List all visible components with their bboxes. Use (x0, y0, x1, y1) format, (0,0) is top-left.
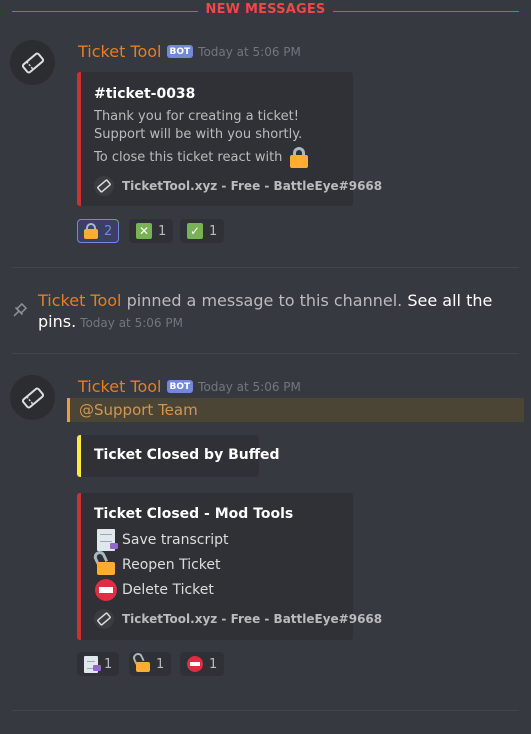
save-transcript-row: Save transcript (94, 529, 229, 551)
embed-description-line: Thank you for creating a ticket! (94, 109, 299, 124)
ticket-icon (94, 176, 114, 196)
reaction-count: 1 (104, 656, 113, 672)
system-message-body: pinned a message to this channel. (121, 291, 408, 310)
username[interactable]: Ticket Tool (78, 42, 162, 61)
ticket-embed: #ticket-0038 Thank you for creating a ti… (77, 72, 382, 206)
system-username[interactable]: Ticket Tool (38, 291, 122, 310)
unlock-icon (131, 651, 150, 672)
mod-tools-embed: Ticket Closed - Mod Tools Save transcrip… (77, 493, 382, 640)
check-box-icon: ✓ (187, 223, 203, 239)
no-entry-icon (95, 579, 117, 601)
footer-text: TicketTool.xyz - Free - BattleEye#9668 (122, 612, 383, 626)
message-header: Ticket Tool BOT Today at 5:06 PM (78, 42, 301, 61)
system-message-text: Ticket Tool pinned a message to this cha… (38, 290, 508, 334)
no-entry-icon (187, 656, 203, 672)
timestamp: Today at 5:06 PM (80, 316, 183, 330)
embed-footer: TicketTool.xyz - Free - BattleEye#9668 (94, 176, 382, 196)
new-messages-label: NEW MESSAGES (197, 2, 334, 17)
embed-title: Ticket Closed - Mod Tools (94, 506, 294, 522)
page-icon (97, 529, 118, 551)
message-divider (12, 353, 519, 354)
action-label: Delete Ticket (122, 582, 214, 598)
mention-highlight: @Support Team (67, 398, 524, 422)
ticket-icon (21, 52, 44, 73)
username[interactable]: Ticket Tool (78, 377, 162, 396)
reaction-check-box[interactable]: ✓ 1 (180, 219, 225, 243)
message-header: Ticket Tool BOT Today at 5:06 PM (78, 377, 301, 396)
role-mention[interactable]: @Support Team (79, 401, 198, 419)
reaction-no-entry[interactable]: 1 (180, 652, 225, 676)
reaction-count: 1 (158, 223, 167, 239)
avatar[interactable] (10, 40, 55, 85)
pin-icon (13, 302, 28, 317)
embed-title: #ticket-0038 (94, 86, 196, 102)
lock-icon (84, 223, 98, 239)
reaction-count: 1 (209, 223, 218, 239)
message-divider (12, 267, 519, 268)
reopen-ticket-row: Reopen Ticket (91, 549, 221, 575)
bot-tag: BOT (166, 380, 194, 393)
ticket-icon (94, 609, 114, 629)
unlock-icon (91, 549, 115, 575)
reaction-unlock[interactable]: 1 (129, 651, 172, 676)
delete-ticket-row: Delete Ticket (94, 579, 214, 601)
embed-description-line: To close this ticket react with (94, 147, 309, 168)
footer-text: TicketTool.xyz - Free - BattleEye#9668 (122, 179, 383, 193)
bot-tag: BOT (166, 45, 194, 58)
x-box-icon: ✕ (136, 223, 152, 239)
avatar[interactable] (10, 375, 55, 420)
reaction-count: 2 (104, 223, 113, 239)
ticket-icon (21, 387, 44, 408)
reaction-x-box[interactable]: ✕ 1 (129, 219, 174, 243)
embed-title: Ticket Closed by Buffed (94, 447, 280, 463)
embed-line-text: To close this ticket react with (94, 150, 283, 165)
reaction-lock[interactable]: 2 (77, 219, 120, 243)
timestamp: Today at 5:06 PM (198, 379, 301, 394)
reaction-page[interactable]: 1 (77, 652, 120, 676)
action-label: Save transcript (122, 532, 229, 548)
embed-description-line: Support will be with you shortly. (94, 127, 303, 142)
page-icon (84, 655, 101, 673)
action-label: Reopen Ticket (122, 556, 221, 573)
embed-footer: TicketTool.xyz - Free - BattleEye#9668 (94, 609, 382, 629)
message-divider (12, 710, 519, 711)
ticket-closed-embed: Ticket Closed by Buffed (77, 435, 280, 477)
reaction-count: 1 (209, 656, 218, 672)
lock-icon (290, 147, 309, 168)
timestamp: Today at 5:06 PM (198, 44, 301, 59)
reaction-count: 1 (156, 656, 165, 672)
